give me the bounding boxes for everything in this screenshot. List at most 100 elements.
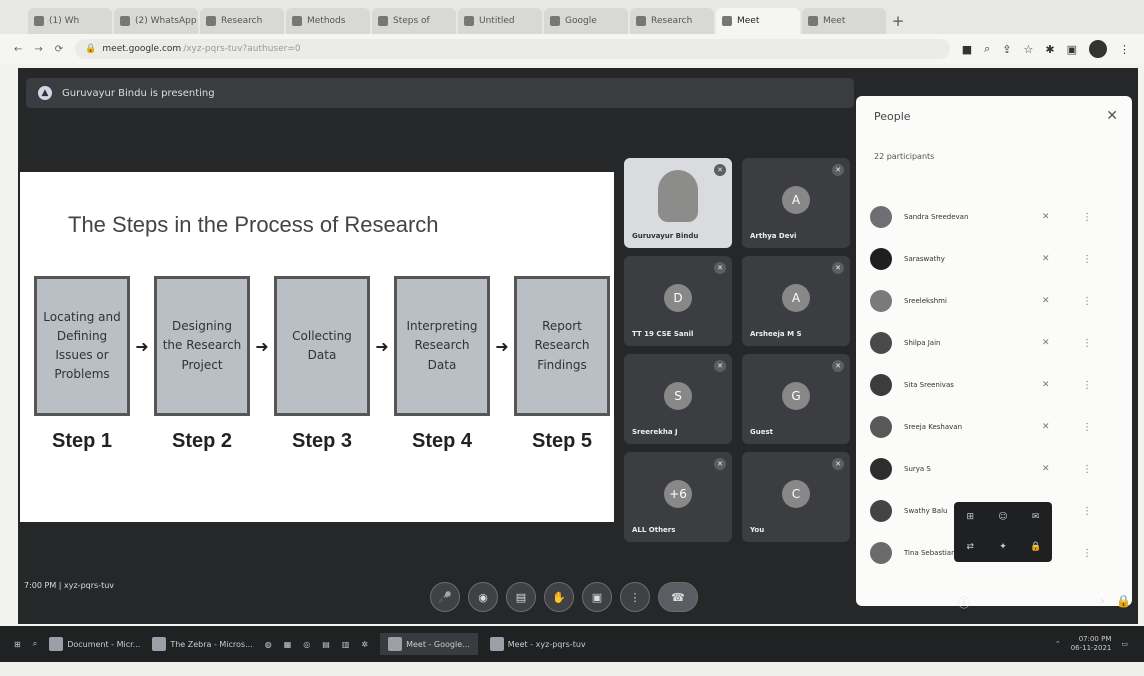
participant-tile[interactable]: ✕ Guruvayur Bindu: [624, 158, 732, 248]
new-tab-button[interactable]: +: [888, 12, 908, 34]
clock[interactable]: 07:00 PM 06-11-2021: [1071, 635, 1112, 653]
mic-muted-icon[interactable]: ✕: [1042, 422, 1050, 432]
participant-tile[interactable]: D ✕ TT 19 CSE Sanil: [624, 256, 732, 346]
list-item[interactable]: Saraswathy ✕ ⋮: [870, 238, 1120, 280]
back-icon[interactable]: ←: [14, 44, 22, 55]
browser-tab[interactable]: (1) Wh: [28, 8, 112, 34]
browser-tab[interactable]: Research: [630, 8, 714, 34]
more-options-icon[interactable]: ⋮: [1082, 464, 1092, 475]
close-icon[interactable]: ✕: [1106, 108, 1118, 124]
participant-tile[interactable]: C ✕ You: [742, 452, 850, 542]
list-item[interactable]: Surya S ✕ ⋮: [870, 448, 1120, 490]
start-icon[interactable]: ⊞: [14, 640, 21, 649]
tab-favicon-icon: [206, 16, 216, 26]
activities-icon[interactable]: ⇄: [967, 542, 975, 552]
list-item[interactable]: Shilpa Jain ✕ ⋮: [870, 322, 1120, 364]
more-options-icon[interactable]: ⋮: [1082, 380, 1092, 391]
share-icon[interactable]: ⇪: [1002, 43, 1011, 56]
lock-icon[interactable]: 🔒: [1030, 542, 1041, 552]
more-options-icon[interactable]: ⋮: [1082, 338, 1092, 349]
camera-button[interactable]: ◉: [468, 582, 498, 612]
taskbar-item-meet[interactable]: Meet - xyz-pqrs-tuv: [489, 637, 586, 651]
participant-tile[interactable]: S ✕ Sreerekha J: [624, 354, 732, 444]
browser-tab[interactable]: Meet: [716, 8, 800, 34]
more-options-icon[interactable]: ⋮: [1082, 506, 1092, 517]
url-field[interactable]: 🔒 meet.google.com /xyz-pqrs-tuv?authuser…: [75, 39, 950, 59]
chat-icon[interactable]: ✉: [1032, 512, 1040, 522]
more-options-icon[interactable]: ⋮: [1082, 212, 1092, 223]
host-controls-icon[interactable]: ✦: [999, 542, 1007, 552]
browser-tab[interactable]: Google: [544, 8, 628, 34]
more-options-button[interactable]: ⋮: [620, 582, 650, 612]
notification-icon[interactable]: ▭: [1121, 640, 1128, 648]
profile-avatar[interactable]: [1089, 40, 1107, 58]
participant-name: Guruvayur Bindu: [632, 232, 699, 240]
tab-favicon-icon: [120, 16, 130, 26]
taskbar-item-meet-google[interactable]: Meet - Google...: [380, 633, 478, 655]
more-options-icon[interactable]: ⋮: [1082, 548, 1092, 559]
taskbar-item-zebra[interactable]: The Zebra - Micros...: [152, 637, 253, 651]
more-options-icon[interactable]: ⋮: [1082, 254, 1092, 265]
mic-button[interactable]: 🎤: [430, 582, 460, 612]
lock-meeting-icon[interactable]: 🔒: [1116, 594, 1131, 608]
tab-label: (2) WhatsApp: [135, 16, 197, 26]
tab-favicon-icon: [550, 16, 560, 26]
info-icon[interactable]: ⓘ: [958, 594, 970, 611]
participant-tile[interactable]: G ✕ Guest: [742, 354, 850, 444]
raise-hand-button[interactable]: ✋: [544, 582, 574, 612]
mic-muted-icon[interactable]: ✕: [1042, 464, 1050, 474]
browser-tab[interactable]: Methods: [286, 8, 370, 34]
participant-tile[interactable]: A ✕ Arsheeja M S: [742, 256, 850, 346]
mic-muted-icon[interactable]: ✕: [1042, 254, 1050, 264]
step-box: Report Research Findings: [514, 276, 610, 416]
taskbar-item-document[interactable]: Document - Micr...: [49, 637, 140, 651]
forward-icon[interactable]: →: [34, 44, 42, 55]
step-box: Locating and Defining Issues or Problems: [34, 276, 130, 416]
end-call-button[interactable]: ☎: [658, 582, 698, 612]
more-options-icon[interactable]: ⋮: [1082, 422, 1092, 433]
captions-button[interactable]: ▤: [506, 582, 536, 612]
chrome-icon[interactable]: ◎: [303, 640, 310, 649]
participant-name: Swathy Balu: [904, 507, 948, 515]
present-button[interactable]: ▣: [582, 582, 612, 612]
browser-tab[interactable]: Meet: [802, 8, 886, 34]
mic-muted-icon[interactable]: ✕: [1042, 296, 1050, 306]
list-item[interactable]: Sreelekshmi ✕ ⋮: [870, 280, 1120, 322]
people-icon[interactable]: ☺: [998, 512, 1007, 522]
zoom-icon[interactable]: ⌕: [984, 42, 990, 56]
reload-icon[interactable]: ⟳: [55, 44, 63, 55]
file-explorer-icon[interactable]: ▦: [284, 640, 292, 649]
star-icon[interactable]: ☆: [1024, 43, 1034, 56]
browser-tab[interactable]: Research: [200, 8, 284, 34]
browser-tab[interactable]: Untitled: [458, 8, 542, 34]
camera-indicator-icon[interactable]: ■: [962, 43, 972, 56]
menu-dots-icon[interactable]: ⋮: [1119, 43, 1130, 56]
settings-icon[interactable]: ✲: [361, 640, 368, 649]
list-item[interactable]: Sita Sreenivas ✕ ⋮: [870, 364, 1120, 406]
arrow-icon: ➜: [375, 336, 389, 356]
store-icon[interactable]: ▤: [322, 640, 330, 649]
sidebar-icon[interactable]: ▣: [1067, 43, 1077, 56]
browser-tab[interactable]: (2) WhatsApp: [114, 8, 198, 34]
edge-icon[interactable]: ◍: [265, 640, 272, 649]
calculator-icon[interactable]: ▥: [342, 640, 350, 649]
participant-name: Tina Sebastian: [904, 549, 956, 557]
chevron-up-icon[interactable]: ⌃: [1055, 640, 1061, 648]
mic-muted-icon[interactable]: ✕: [1042, 212, 1050, 222]
mic-muted-icon[interactable]: ✕: [1042, 338, 1050, 348]
list-item[interactable]: Sandra Sreedevan ✕ ⋮: [870, 196, 1120, 238]
chevron-right-icon[interactable]: ›: [1100, 594, 1105, 608]
mic-muted-icon: ✕: [832, 360, 844, 372]
more-options-icon[interactable]: ⋮: [1082, 296, 1092, 307]
browser-tab[interactable]: Steps of: [372, 8, 456, 34]
step-label: Step 2: [171, 430, 233, 452]
participant-tile[interactable]: +6 ✕ ALL Others: [624, 452, 732, 542]
extensions-icon[interactable]: ✱: [1045, 43, 1054, 56]
list-item[interactable]: Sreeja Keshavan ✕ ⋮: [870, 406, 1120, 448]
search-icon[interactable]: ⌕: [33, 639, 37, 649]
mic-muted-icon[interactable]: ✕: [1042, 380, 1050, 390]
participant-name: Sreelekshmi: [904, 297, 947, 305]
participant-tile[interactable]: A ✕ Arthya Devi: [742, 158, 850, 248]
grid-view-icon[interactable]: ⊞: [967, 512, 975, 522]
slide-title: The Steps in the Process of Research: [68, 212, 439, 237]
